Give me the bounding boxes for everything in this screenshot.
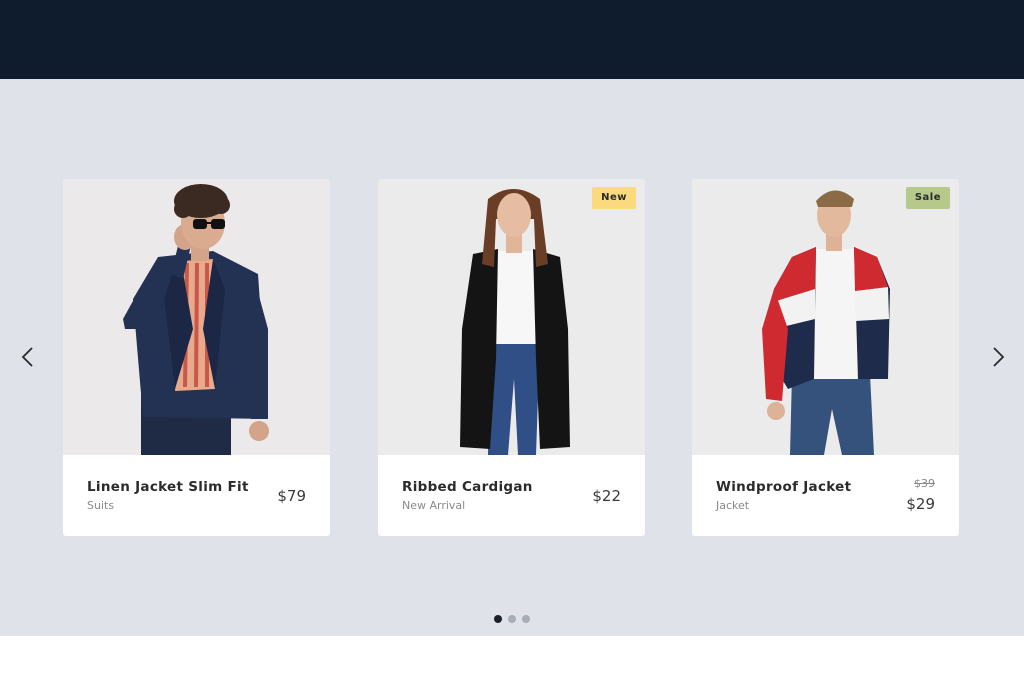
product-sale-price: $29 [906, 495, 935, 513]
product-price: $79 [277, 487, 306, 505]
carousel-next-button[interactable] [983, 342, 1013, 372]
chevron-right-icon [993, 347, 1005, 367]
sale-badge: Sale [905, 187, 950, 209]
carousel-prev-button[interactable] [13, 342, 43, 372]
product-card[interactable]: Sale Windproof Jacket Jacket $39 $29 [692, 179, 959, 536]
product-image: Sale [692, 179, 959, 455]
product-info: Ribbed Cardigan New Arrival $22 [378, 455, 645, 536]
product-category: Suits [87, 499, 115, 512]
pagination-dot-1[interactable] [494, 615, 502, 623]
pagination-dot-3[interactable] [522, 615, 530, 623]
product-photo-man-in-windbreaker [692, 179, 959, 455]
product-name: Windproof Jacket [716, 479, 852, 495]
product-image [63, 179, 330, 455]
product-card[interactable]: Linen Jacket Slim Fit Suits $79 [63, 179, 330, 536]
product-card[interactable]: New Ribbed Cardigan New Arrival $22 [378, 179, 645, 536]
new-badge: New [592, 187, 636, 209]
pagination-dot-2[interactable] [508, 615, 516, 623]
product-info: Windproof Jacket Jacket $39 $29 [692, 455, 959, 536]
product-carousel: Linen Jacket Slim Fit Suits $79 New Ribb… [0, 79, 1024, 636]
page-footer-area [0, 636, 1024, 683]
product-image: New [378, 179, 645, 455]
product-name: Ribbed Cardigan [402, 479, 533, 495]
product-price: $22 [592, 487, 621, 505]
product-info: Linen Jacket Slim Fit Suits $79 [63, 455, 330, 536]
product-original-price: $39 [914, 477, 935, 490]
top-header-bar [0, 0, 1024, 79]
chevron-left-icon [21, 347, 33, 367]
carousel-pagination [0, 615, 1024, 625]
product-photo-man-in-navy-blazer [63, 179, 330, 455]
product-category: Jacket [716, 499, 750, 512]
product-category: New Arrival [402, 499, 466, 512]
product-photo-woman-in-black-cardigan [378, 179, 645, 455]
product-name: Linen Jacket Slim Fit [87, 479, 249, 495]
